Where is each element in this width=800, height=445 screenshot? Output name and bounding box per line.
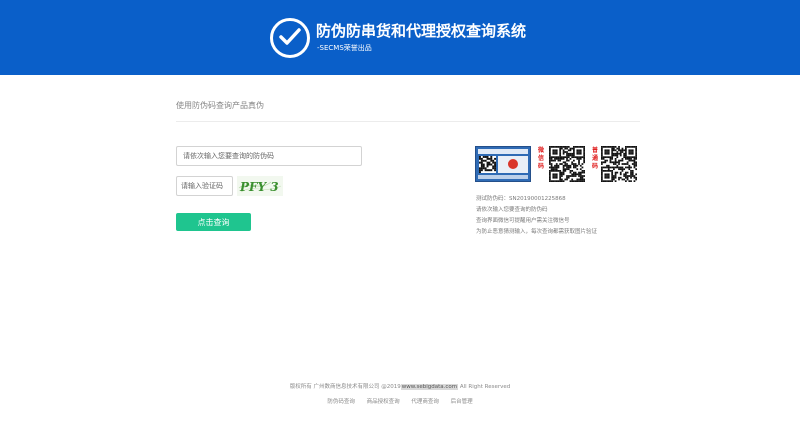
normal-code-label: 普通码 <box>591 147 598 170</box>
info-line: 为防止恶意猜测输入，每次查询都需获取图片验证 <box>476 229 598 235</box>
anti-counterfeit-code-input[interactable] <box>176 146 362 166</box>
wechat-code-label: 微信码 <box>537 147 544 170</box>
section-title: 使用防伪码查询产品真伪 <box>176 101 264 110</box>
check-circle-icon <box>270 18 310 58</box>
footer-copyright: 版权所有 广州数商信息技术有限公司 @2019www.sebigdata.com… <box>289 384 511 390</box>
captcha-image[interactable]: PFY 3 <box>237 176 283 196</box>
wechat-qr-code <box>549 146 586 183</box>
footer-link-admin[interactable]: 后台管理 <box>451 399 473 405</box>
footer-links: 防伪码查询 商品授权查询 代理商查询 后台管理 <box>0 397 800 405</box>
info-line: 查询界面微信可提醒用户需关注微信号 <box>476 218 570 224</box>
site-subtitle: -SECMS荣誉出品 <box>317 44 372 52</box>
divider <box>176 121 640 122</box>
info-line: 请依次输入您要查询的防伪码 <box>476 207 548 213</box>
label-qr <box>479 156 497 174</box>
captcha-text: PFY 3 <box>239 180 279 194</box>
site-header: 防伪防串货和代理授权查询系统 -SECMS荣誉出品 <box>0 0 800 75</box>
footer-link-authorization-query[interactable]: 商品授权查询 <box>367 399 400 405</box>
sample-instructions: 测试防伪码：SN20190001225868 请依次输入您要查询的防伪码 查询界… <box>476 194 676 238</box>
query-button[interactable]: 点击查询 <box>176 213 251 231</box>
sample-label-image <box>475 146 531 182</box>
footer-link-agent-query[interactable]: 代理商查询 <box>411 399 439 405</box>
footer-link-code-query[interactable]: 防伪码查询 <box>327 399 355 405</box>
normal-qr-code <box>601 146 638 183</box>
info-line: 测试防伪码：SN20190001225868 <box>476 196 566 202</box>
site-title: 防伪防串货和代理授权查询系统 <box>316 22 527 40</box>
footer-domain[interactable]: www.sebigdata.com <box>400 384 459 390</box>
captcha-glyphs: PFY 3 <box>238 180 282 194</box>
captcha-input[interactable] <box>176 176 233 196</box>
